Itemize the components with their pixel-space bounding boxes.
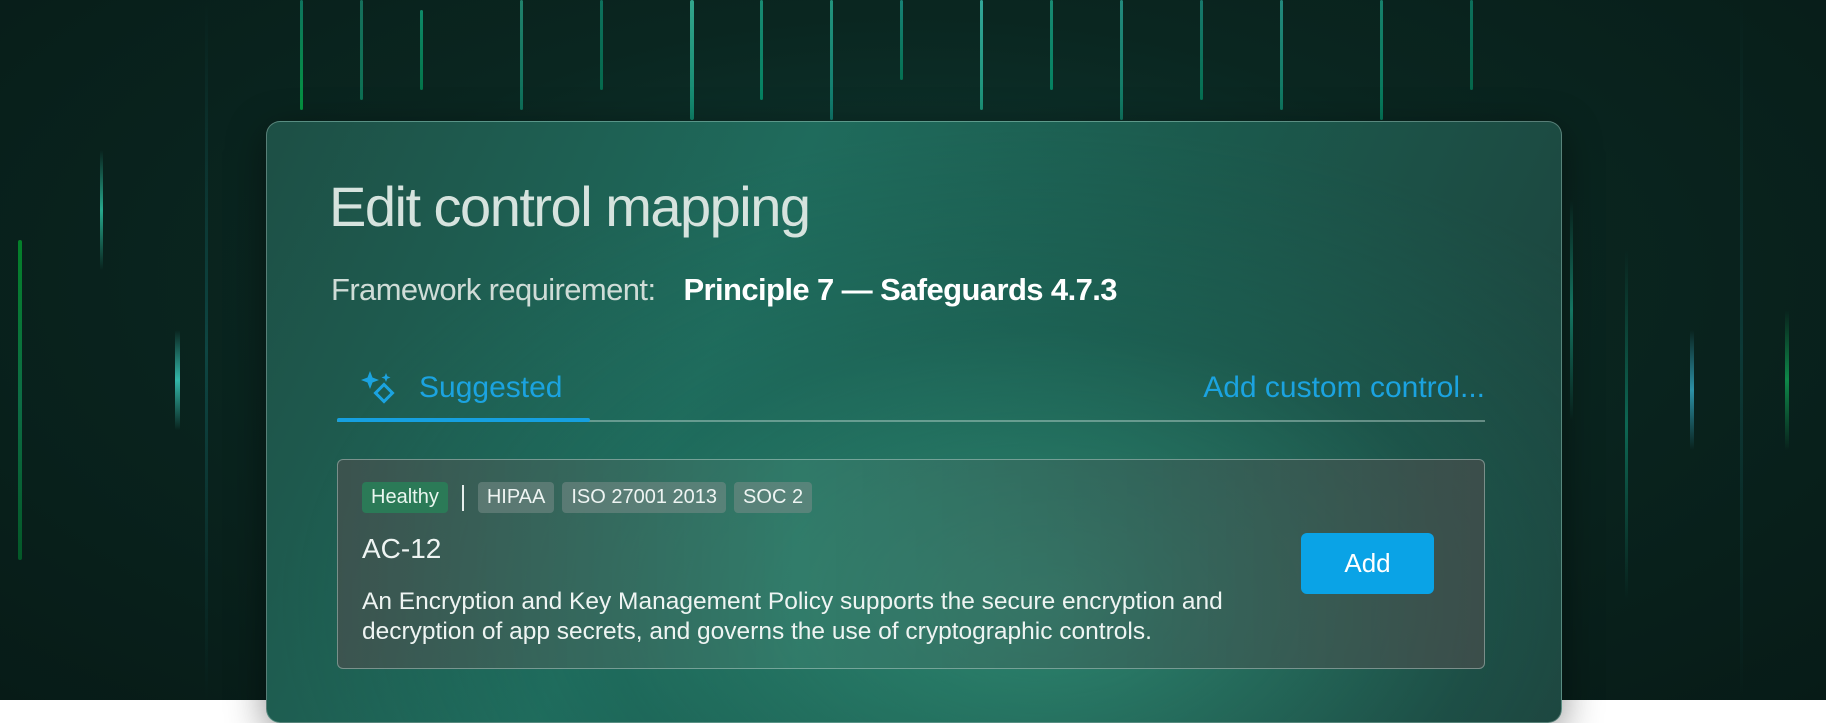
background-streak	[300, 0, 303, 110]
add-custom-control-link[interactable]: Add custom control...	[1203, 371, 1485, 405]
background-streak	[980, 0, 983, 110]
background-streak	[1200, 0, 1203, 100]
framework-requirement: Framework requirement: Principle 7 — Saf…	[331, 272, 1117, 308]
background-streak	[520, 0, 523, 110]
status-badge: Healthy	[362, 482, 448, 513]
background-streak	[830, 0, 833, 120]
add-button[interactable]: Add	[1301, 533, 1434, 594]
sparkle-icon	[361, 371, 395, 404]
edit-control-mapping-dialog: Edit control mapping Framework requireme…	[266, 121, 1562, 723]
framework-badge: HIPAA	[477, 482, 555, 513]
dialog-title: Edit control mapping	[329, 175, 811, 238]
suggested-control-card: Healthy HIPAA ISO 27001 2013 SOC 2 AC-12…	[337, 459, 1485, 669]
badge-separator	[461, 484, 464, 511]
control-id: AC-12	[362, 533, 442, 564]
tab-suggested[interactable]: Suggested	[337, 352, 590, 422]
background-streak	[1570, 200, 1573, 420]
tab-suggested-label: Suggested	[419, 371, 563, 404]
background-streak	[1380, 0, 1383, 120]
background-streak	[1625, 250, 1628, 600]
background-streak	[360, 0, 363, 100]
framework-requirement-label: Framework requirement:	[331, 272, 656, 307]
background-streak	[1740, 0, 1743, 700]
background-streak	[1785, 310, 1789, 450]
background-streak	[1120, 0, 1123, 120]
background-streak	[100, 150, 103, 270]
background-streak	[1690, 330, 1694, 450]
framework-badge: SOC 2	[734, 482, 813, 513]
background-streak	[1470, 0, 1473, 90]
background-streak	[900, 0, 903, 80]
background-streak	[205, 0, 208, 700]
background-streak	[420, 10, 423, 90]
background-streak	[175, 330, 180, 430]
tab-bar: Suggested Add custom control...	[337, 352, 1485, 422]
active-tab-indicator	[337, 418, 590, 422]
framework-badge: ISO 27001 2013	[562, 482, 727, 513]
background-streak	[600, 0, 603, 90]
control-description: An Encryption and Key Management Policy …	[362, 588, 1223, 645]
background-streak	[1280, 0, 1283, 110]
background-streak	[690, 0, 694, 120]
badge-row: Healthy HIPAA ISO 27001 2013 SOC 2	[362, 482, 813, 513]
background-streak	[18, 240, 22, 560]
background-streak	[760, 0, 763, 100]
background-streak	[1050, 0, 1053, 90]
framework-requirement-value: Principle 7 — Safeguards 4.7.3	[683, 272, 1117, 307]
